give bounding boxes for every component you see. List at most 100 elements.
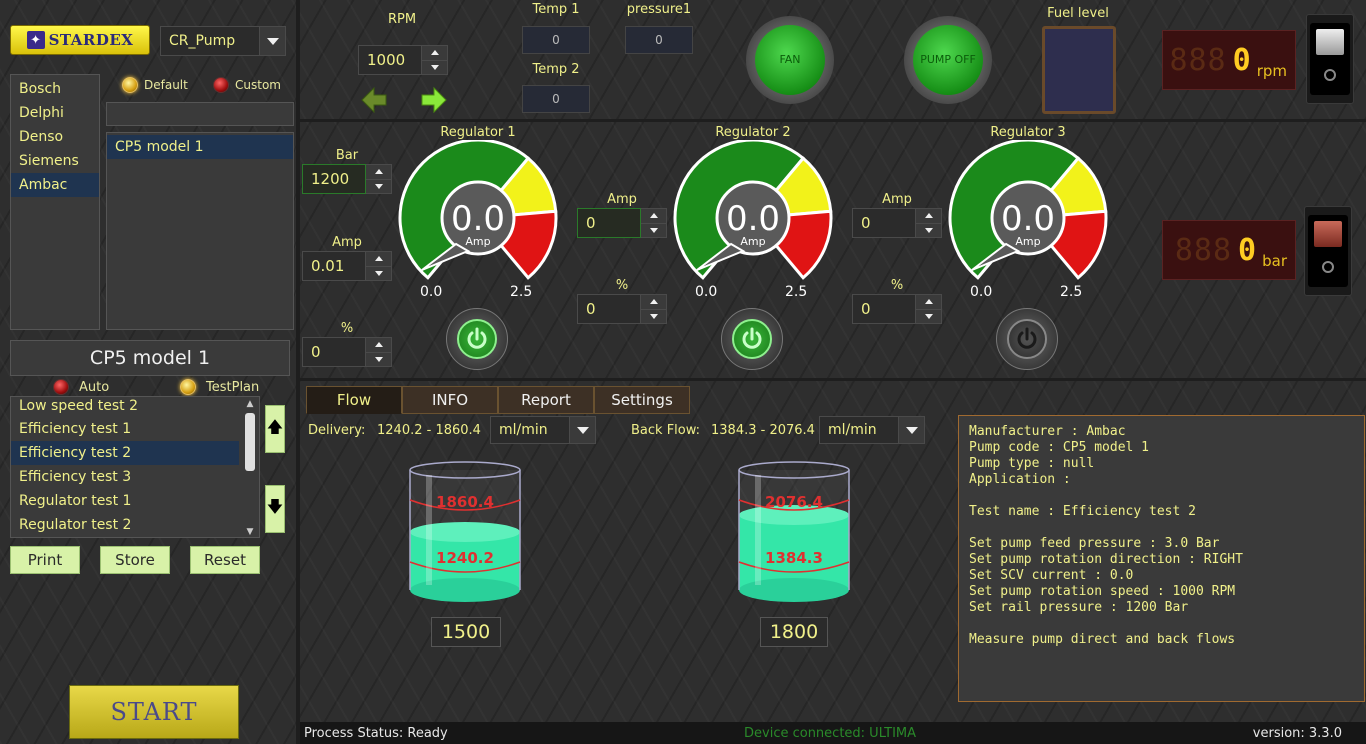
decrement-icon[interactable] <box>916 222 941 238</box>
bar-field[interactable]: 1200 <box>302 164 366 194</box>
backflow-label: Back Flow: <box>631 423 701 438</box>
chevron-down-icon[interactable] <box>569 417 595 443</box>
increment-icon[interactable] <box>916 295 941 309</box>
fuel-level-gauge <box>1042 26 1116 114</box>
chevron-down-icon[interactable] <box>898 417 924 443</box>
test-list[interactable]: Low speed test 2 Efficiency test 1 Effic… <box>10 396 260 538</box>
regulator-power-button[interactable] <box>446 308 508 370</box>
model-search-input[interactable] <box>106 102 294 126</box>
decrement-icon[interactable] <box>366 178 391 194</box>
pct2-field[interactable]: 0 <box>577 294 641 324</box>
model-title: CP5 model 1 <box>10 340 290 376</box>
power-button-face <box>732 319 772 359</box>
pressure1-label: pressure1 <box>626 2 692 17</box>
pct2-spinbox[interactable]: 0 <box>577 294 667 324</box>
scrollbar-thumb[interactable] <box>245 413 255 471</box>
model-list[interactable]: CP5 model 1 <box>106 132 294 330</box>
pressure-power-switch[interactable] <box>1304 206 1352 296</box>
auto-radio[interactable]: Auto <box>53 379 109 395</box>
arrow-left-icon <box>361 86 387 114</box>
delivery-value: 1500 <box>431 617 501 647</box>
increment-icon[interactable] <box>366 165 391 179</box>
fan-label: FAN <box>755 25 825 95</box>
manufacturer-item-denso[interactable]: Denso <box>11 125 99 149</box>
default-radio[interactable]: Default <box>122 77 188 93</box>
test-list-scrollbar[interactable]: ▲ ▼ <box>243 399 257 537</box>
pump-type-select[interactable]: CR_Pump <box>160 26 286 56</box>
regulator-power-button[interactable] <box>996 308 1058 370</box>
test-item[interactable]: Low speed test 2 <box>11 397 259 417</box>
amp1-spinbox[interactable]: 0.01 <box>302 251 392 281</box>
test-item[interactable]: Regulator test 1 <box>11 489 259 513</box>
delivery-label: Delivery: <box>308 423 366 438</box>
gauge-unit: Amp <box>465 235 490 248</box>
status-bar: Process Status: Ready Device connected: … <box>300 722 1366 744</box>
amp3-spinbox[interactable]: 0 <box>852 208 942 238</box>
tab-flow[interactable]: Flow <box>306 386 402 414</box>
test-item[interactable]: Efficiency test 3 <box>11 465 259 489</box>
increment-icon[interactable] <box>366 338 391 352</box>
chevron-down-icon[interactable] <box>259 27 285 55</box>
decrement-icon[interactable] <box>422 59 447 75</box>
manufacturer-item-delphi[interactable]: Delphi <box>11 101 99 125</box>
testplan-radio[interactable]: TestPlan <box>180 379 259 395</box>
custom-radio[interactable]: Custom <box>213 77 281 93</box>
pct1-field[interactable]: 0 <box>302 337 366 367</box>
bar-label: Bar <box>335 148 359 163</box>
pct3-spinbox[interactable]: 0 <box>852 294 942 324</box>
manufacturer-item-ambac[interactable]: Ambac <box>11 173 99 197</box>
decrement-icon[interactable] <box>641 308 666 324</box>
amp2-spinbox[interactable]: 0 <box>577 208 667 238</box>
fan-button[interactable]: FAN <box>746 16 834 104</box>
scroll-down-icon[interactable]: ▼ <box>243 527 257 537</box>
rpm-spinbox[interactable]: 1000 <box>358 45 448 75</box>
delivery-unit-select[interactable]: ml/min <box>490 416 596 444</box>
amp1-field[interactable]: 0.01 <box>302 251 366 281</box>
pump-type-value: CR_Pump <box>169 33 236 49</box>
increment-icon[interactable] <box>916 209 941 223</box>
tab-info[interactable]: INFO <box>402 386 498 414</box>
backflow-upper-limit: 2076.4 <box>765 493 823 511</box>
backflow-unit-select[interactable]: ml/min <box>819 416 925 444</box>
rotate-right-button[interactable] <box>420 86 448 118</box>
tab-report[interactable]: Report <box>498 386 594 414</box>
increment-icon[interactable] <box>422 46 447 60</box>
print-button[interactable]: Print <box>10 546 80 574</box>
delivery-beaker: 1860.4 1240.2 <box>409 461 521 602</box>
reset-button[interactable]: Reset <box>190 546 260 574</box>
amp3-field[interactable]: 0 <box>852 208 916 238</box>
regulator-power-button[interactable] <box>721 308 783 370</box>
increment-icon[interactable] <box>641 295 666 309</box>
delivery-range: 1240.2 - 1860.4 <box>377 423 481 438</box>
test-item[interactable]: Regulator test 2 <box>11 513 259 537</box>
start-button[interactable]: START <box>69 685 239 739</box>
decrement-icon[interactable] <box>916 308 941 324</box>
decrement-icon[interactable] <box>641 222 666 238</box>
backflow-value: 1800 <box>760 617 828 647</box>
move-down-button[interactable]: 🡇 <box>265 485 285 533</box>
decrement-icon[interactable] <box>366 351 391 367</box>
pct1-spinbox[interactable]: 0 <box>302 337 392 367</box>
increment-icon[interactable] <box>366 252 391 266</box>
delivery-upper-limit: 1860.4 <box>436 493 494 511</box>
scroll-up-icon[interactable]: ▲ <box>243 399 257 409</box>
store-button[interactable]: Store <box>100 546 170 574</box>
decrement-icon[interactable] <box>366 265 391 281</box>
pump-button[interactable]: PUMP OFF <box>904 16 992 104</box>
pct3-field[interactable]: 0 <box>852 294 916 324</box>
tab-settings[interactable]: Settings <box>594 386 690 414</box>
manufacturer-item-bosch[interactable]: Bosch <box>11 77 99 101</box>
rotate-left-button[interactable] <box>360 86 388 118</box>
move-up-button[interactable]: 🡅 <box>265 405 285 453</box>
manufacturer-item-siemens[interactable]: Siemens <box>11 149 99 173</box>
test-item[interactable]: Efficiency test 2 <box>11 441 239 465</box>
rpm-field[interactable]: 1000 <box>358 45 422 75</box>
test-item[interactable]: Efficiency test 1 <box>11 417 259 441</box>
manufacturer-list[interactable]: Bosch Delphi Denso Siemens Ambac <box>10 74 100 330</box>
rpm-label: RPM <box>387 12 417 27</box>
increment-icon[interactable] <box>641 209 666 223</box>
main-power-switch[interactable] <box>1306 14 1354 104</box>
bar-spinbox[interactable]: 1200 <box>302 164 392 194</box>
amp2-field[interactable]: 0 <box>577 208 641 238</box>
model-item[interactable]: CP5 model 1 <box>107 135 293 159</box>
